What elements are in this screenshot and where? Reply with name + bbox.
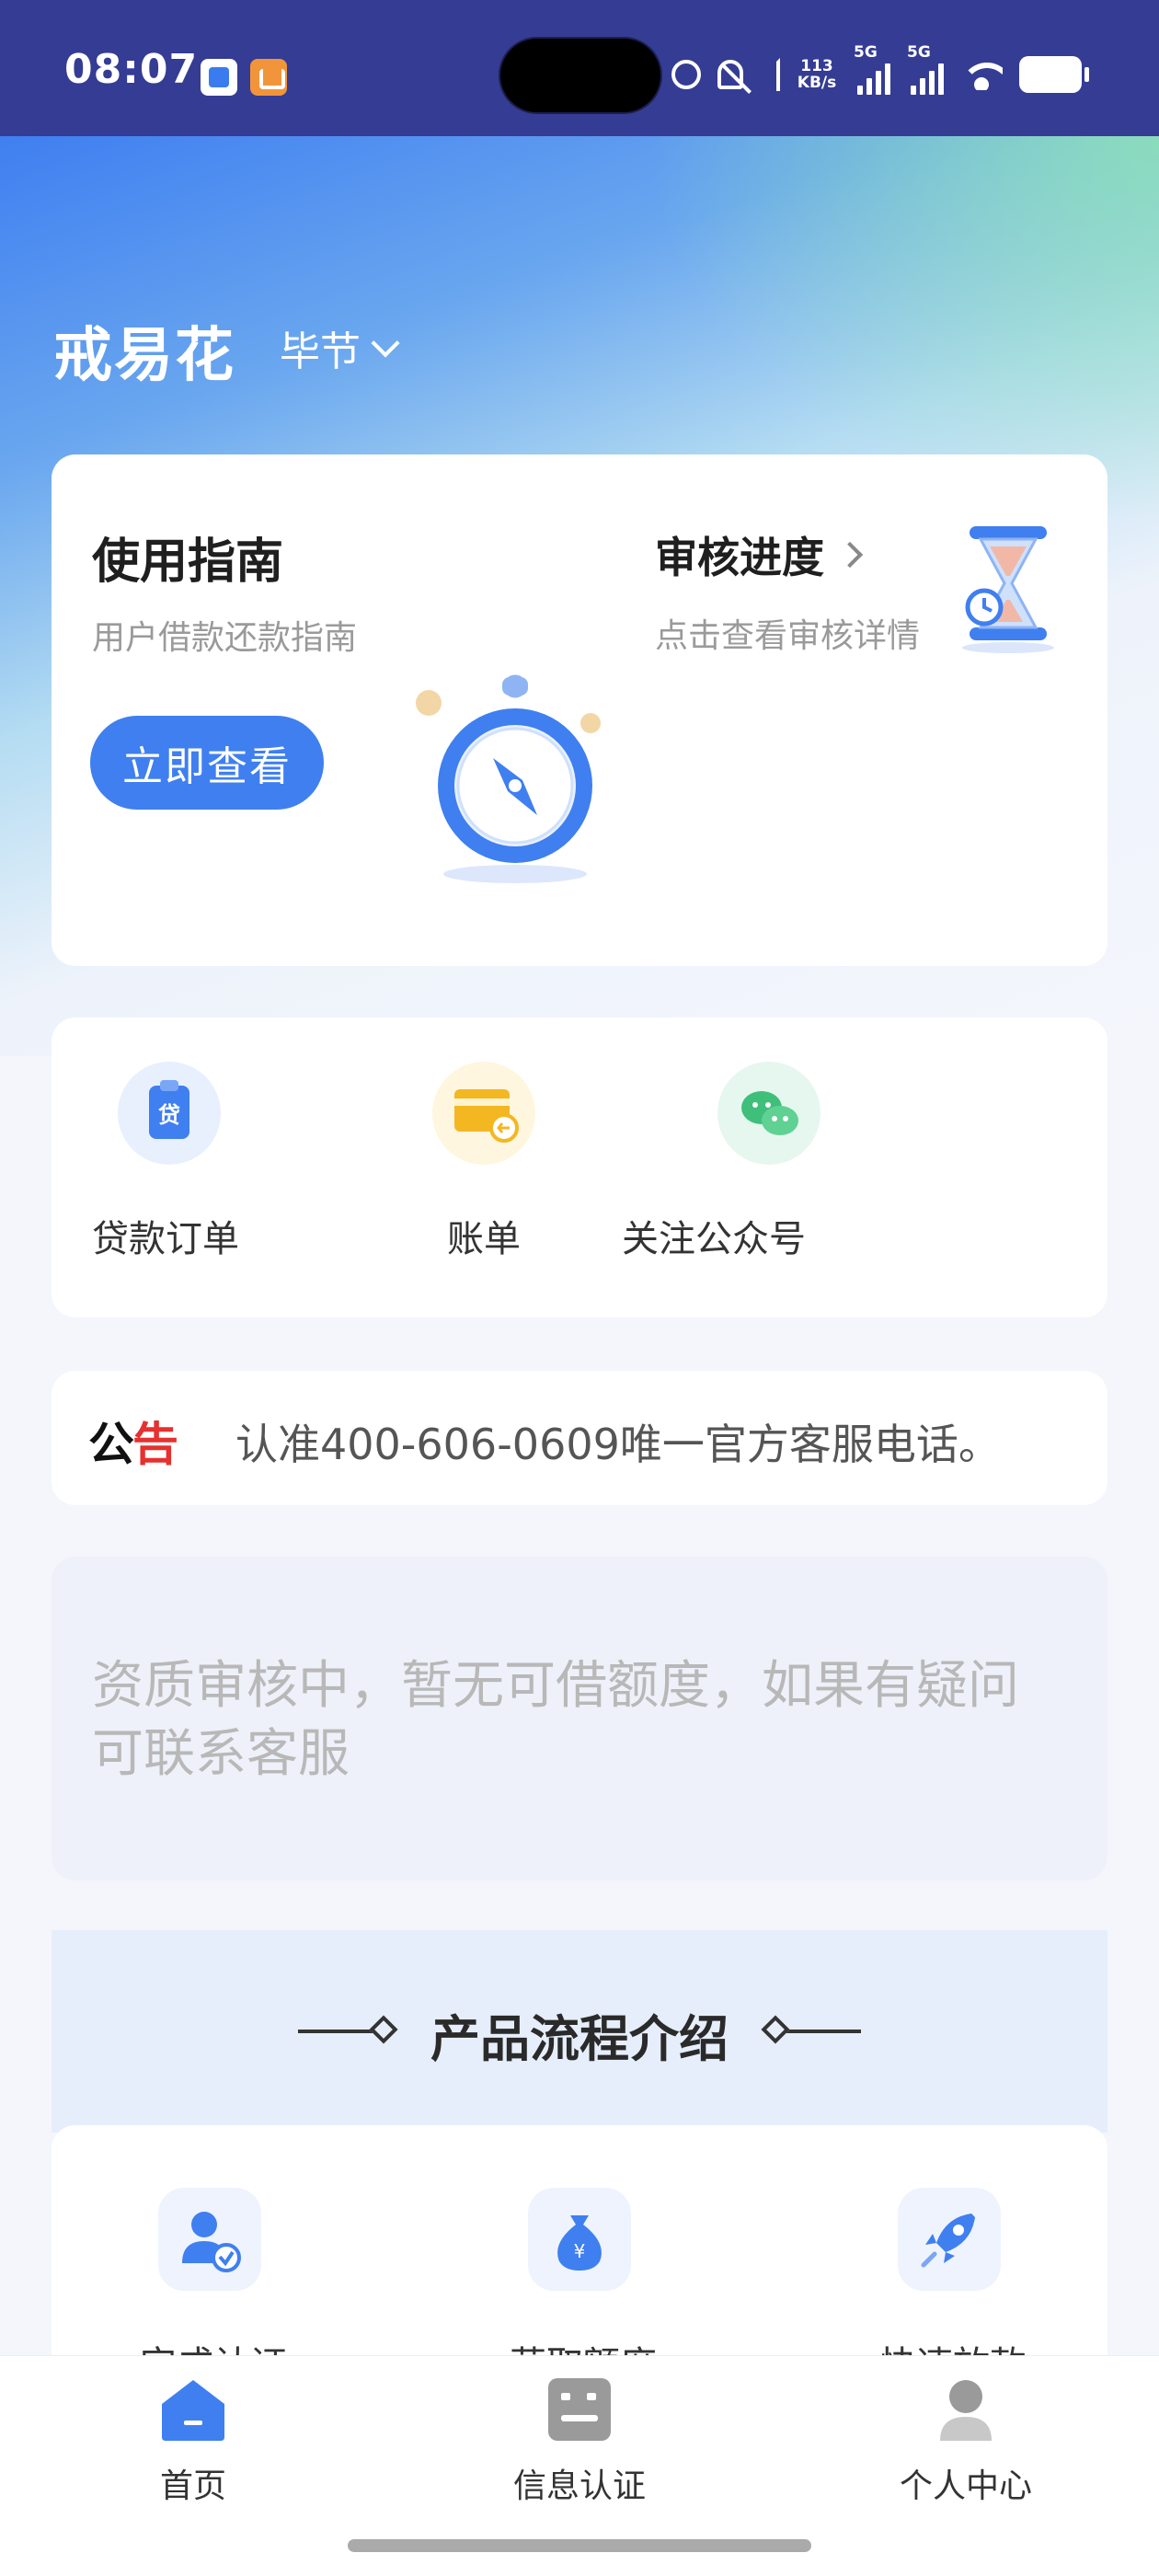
wifi-icon bbox=[960, 59, 1003, 90]
notice-text: 认准400-606-0609唯一官方客服电话。 bbox=[235, 1420, 1001, 1469]
sim1-label: 5G bbox=[854, 43, 878, 62]
guide-subtitle: 用户借款还款指南 bbox=[92, 619, 358, 657]
process-title: 产品流程介绍 bbox=[430, 2010, 729, 2068]
user-verify-icon bbox=[158, 2188, 261, 2291]
status-bar: 08:07 113 KB/s 5G 5G bbox=[0, 0, 1159, 136]
wechat-icon bbox=[717, 1062, 820, 1165]
svg-text:¥: ¥ bbox=[574, 2240, 586, 2262]
notice-tag-red: 告 bbox=[132, 1418, 178, 1471]
person-icon bbox=[931, 2376, 1001, 2443]
guide-title: 使用指南 bbox=[92, 535, 284, 590]
home-icon bbox=[158, 2376, 228, 2443]
battery-icon bbox=[1019, 56, 1089, 93]
app-brand: 戒易花 bbox=[53, 322, 235, 390]
rocket-icon bbox=[898, 2188, 1001, 2291]
notice-tag: 公告 bbox=[88, 1408, 178, 1474]
id-card-icon bbox=[545, 2376, 614, 2443]
notification-app-icon bbox=[201, 59, 237, 96]
notice-tag-black: 公 bbox=[88, 1418, 134, 1471]
status-time: 08:07 bbox=[64, 46, 199, 93]
review-progress-subtitle[interactable]: 点击查看审核详情 bbox=[655, 609, 920, 657]
bill-icon bbox=[432, 1062, 535, 1165]
alarm-icon bbox=[671, 60, 701, 89]
status-icons: 113 KB/s 5G 5G bbox=[671, 43, 1089, 96]
city-label: 毕节 bbox=[280, 328, 361, 375]
review-progress-link[interactable]: 审核进度 bbox=[655, 524, 864, 585]
signal-icon-1: 5G bbox=[854, 43, 890, 95]
tab-home[interactable]: 首页 bbox=[92, 2376, 294, 2507]
sim2-label: 5G bbox=[907, 43, 931, 62]
home-indicator[interactable] bbox=[348, 2539, 811, 2552]
menu-label-follow-wechat: 关注公众号 bbox=[622, 1218, 806, 1260]
chevron-right-icon bbox=[836, 541, 864, 569]
svg-text:贷: 贷 bbox=[158, 1102, 180, 1128]
view-now-button[interactable]: 立即查看 bbox=[90, 716, 324, 810]
mute-icon bbox=[717, 60, 743, 89]
menu-label-loan-order: 贷款订单 bbox=[92, 1218, 239, 1260]
notice-bar[interactable]: 公告 认准400-606-0609唯一官方客服电话。 bbox=[52, 1371, 1107, 1505]
menu-card: 贷 贷款订单 账单 关注公众号 bbox=[52, 1018, 1107, 1317]
process-header: 产品流程介绍 bbox=[52, 1930, 1107, 2133]
net-speed-unit: KB/s bbox=[797, 74, 837, 92]
review-progress-title: 审核进度 bbox=[655, 533, 824, 582]
bluetooth-icon bbox=[760, 58, 780, 91]
menu-label-bill: 账单 bbox=[447, 1218, 521, 1260]
process-step-loan: 快速放款 bbox=[879, 2188, 1027, 2362]
menu-item-follow-wechat[interactable]: 关注公众号 bbox=[622, 1062, 843, 1282]
menu-item-bill[interactable]: 账单 bbox=[383, 1062, 603, 1282]
net-speed: 113 KB/s bbox=[797, 58, 837, 91]
tab-info-verify[interactable]: 信息认证 bbox=[478, 2376, 681, 2507]
credit-status-message: 资质审核中，暂无可借额度，如果有疑问可联系客服 bbox=[92, 1656, 1019, 1784]
stopwatch-icon bbox=[416, 674, 601, 883]
signal-icon-2: 5G bbox=[907, 43, 944, 95]
process-step-verify: 完成认证 bbox=[140, 2188, 287, 2362]
guide-card: 使用指南 用户借款还款指南 立即查看 审核进度 点击查看审核详情 bbox=[52, 454, 1107, 966]
chevron-down-icon bbox=[371, 328, 400, 358]
credit-status-card: 资质审核中，暂无可借额度，如果有疑问可联系客服 bbox=[52, 1557, 1107, 1880]
city-selector[interactable]: 毕节 bbox=[280, 318, 400, 377]
camera-island bbox=[499, 37, 662, 114]
tab-label-home: 首页 bbox=[159, 2467, 226, 2505]
process-step-quota: ¥ 获取额度 bbox=[510, 2188, 657, 2362]
title-decoration-right bbox=[761, 2015, 861, 2044]
notification-app-icon-2 bbox=[250, 59, 287, 96]
net-speed-value: 113 bbox=[800, 57, 833, 75]
menu-item-loan-order[interactable]: 贷 贷款订单 bbox=[92, 1062, 313, 1282]
loan-order-icon: 贷 bbox=[118, 1062, 221, 1165]
tab-label-profile: 个人中心 bbox=[899, 2467, 1032, 2505]
money-bag-icon: ¥ bbox=[528, 2188, 631, 2291]
tab-label-info-verify: 信息认证 bbox=[512, 2467, 646, 2505]
hourglass-icon bbox=[962, 526, 1054, 653]
tab-profile[interactable]: 个人中心 bbox=[865, 2376, 1067, 2507]
